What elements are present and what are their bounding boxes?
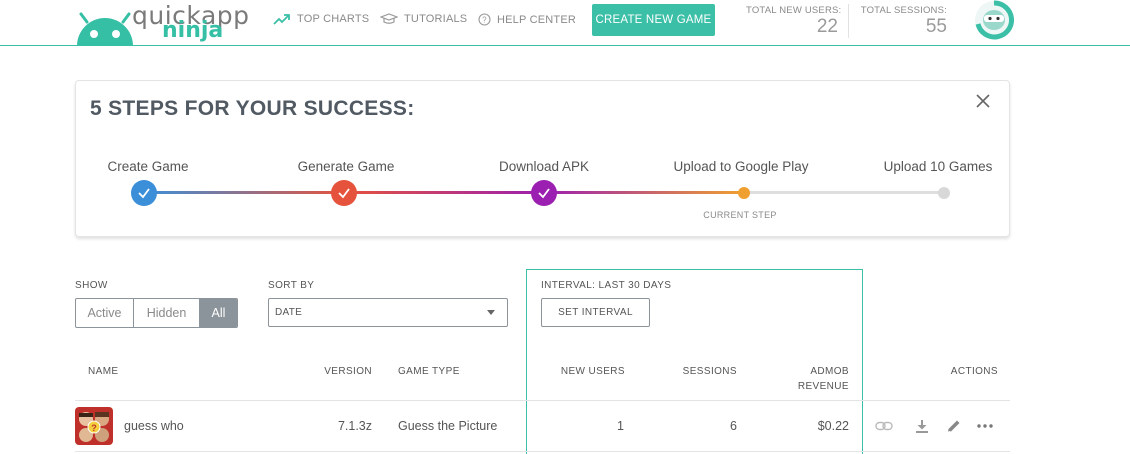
more-options-icon[interactable] <box>976 418 994 434</box>
col-header-name[interactable]: NAME <box>88 364 119 379</box>
stat-new-users: TOTAL NEW USERS: 22 <box>746 5 842 38</box>
col-header-version[interactable]: VERSION <box>310 364 372 379</box>
col-header-admob-line2: REVENUE <box>797 381 849 392</box>
sort-by-select[interactable]: DATE <box>268 298 508 327</box>
step-label-create-game: Create Game <box>107 159 189 174</box>
nav-top-charts-label: TOP CHARTS <box>297 13 370 25</box>
nav-tutorials-label: TUTORIALS <box>404 13 468 25</box>
step-label-download-apk: Download APK <box>498 159 590 174</box>
sort-by-label: SORT BY <box>268 280 315 291</box>
logo[interactable]: quickapp ninja <box>75 0 249 46</box>
col-header-admob-revenue[interactable]: ADMOB REVENUE <box>775 364 849 394</box>
show-active-option[interactable]: Active <box>76 299 134 327</box>
col-header-new-users[interactable]: NEW USERS <box>545 364 625 379</box>
col-header-game-type[interactable]: GAME TYPE <box>398 364 460 379</box>
graduation-cap-icon <box>380 13 398 24</box>
svg-text:?: ? <box>482 16 487 25</box>
game-new-users: 1 <box>617 419 624 433</box>
nav-help-center[interactable]: ? HELP CENTER <box>478 13 576 26</box>
col-header-admob-line1: ADMOB <box>810 366 849 377</box>
game-name[interactable]: guess who <box>124 419 184 433</box>
col-header-actions: ACTIONS <box>950 366 998 377</box>
nav-top-charts[interactable]: TOP CHARTS <box>273 13 369 25</box>
step-dot-upload-google-play <box>738 187 750 199</box>
game-revenue: $0.22 <box>817 419 849 433</box>
step-label-upload-10-games: Upload 10 Games <box>883 159 993 174</box>
interval-label: INTERVAL: LAST 30 DAYS <box>541 280 672 291</box>
check-icon <box>338 188 350 199</box>
show-hidden-option[interactable]: Hidden <box>134 299 200 327</box>
step-dot-create-game <box>131 180 157 206</box>
game-type: Guess the Picture <box>398 419 498 433</box>
trending-up-icon <box>273 14 290 25</box>
top-header: quickapp ninja TOP CHARTS TUTORIALS ? HE… <box>0 0 1130 46</box>
link-icon[interactable] <box>875 418 893 434</box>
stat-sessions: TOTAL SESSIONS: 55 <box>858 5 947 38</box>
sort-by-value: DATE <box>275 307 303 318</box>
game-thumbnail-image: ? <box>75 407 113 445</box>
game-thumbnail: ? <box>75 407 113 445</box>
set-interval-button[interactable]: SET INTERVAL <box>541 298 650 327</box>
svg-text:?: ? <box>91 423 97 433</box>
steps-card: 5 STEPS FOR YOUR SUCCESS: Create Game Ge… <box>75 80 1010 237</box>
nav-tutorials[interactable]: TUTORIALS <box>380 13 467 25</box>
step-dot-download-apk <box>531 180 557 206</box>
step-dot-generate-game <box>331 180 357 206</box>
user-avatar[interactable] <box>974 0 1015 40</box>
table-header-divider <box>75 400 1010 401</box>
col-header-sessions[interactable]: SESSIONS <box>665 364 737 379</box>
chevron-down-icon <box>487 310 495 315</box>
step-dot-upload-10-games <box>938 187 950 199</box>
stat-new-users-label: TOTAL NEW USERS: <box>746 5 842 16</box>
stat-sessions-value: 55 <box>925 16 947 37</box>
stat-divider <box>848 4 849 38</box>
step-label-generate-game: Generate Game <box>297 159 395 174</box>
logo-text-ninja: ninja <box>162 18 224 43</box>
check-icon <box>138 188 150 199</box>
table-row-divider <box>75 451 1010 452</box>
stat-new-users-value: 22 <box>816 16 838 37</box>
show-all-option[interactable]: All <box>200 299 237 327</box>
nav-help-center-label: HELP CENTER <box>497 13 577 26</box>
android-robot-icon <box>77 12 133 46</box>
show-segmented-control: Active Hidden All <box>75 298 238 328</box>
check-icon <box>538 188 550 199</box>
create-new-game-button[interactable]: CREATE NEW GAME <box>592 4 715 36</box>
stat-sessions-label: TOTAL SESSIONS: <box>860 5 947 16</box>
current-step-label: CURRENT STEP <box>703 210 777 220</box>
help-circle-icon: ? <box>478 13 491 26</box>
download-icon[interactable] <box>913 418 931 434</box>
edit-pencil-icon[interactable] <box>945 418 963 434</box>
game-sessions: 6 <box>730 419 737 433</box>
game-version: 7.1.3z <box>337 419 372 433</box>
step-label-upload-google-play: Upload to Google Play <box>673 159 809 174</box>
show-label: SHOW <box>75 280 108 291</box>
ninja-avatar-icon <box>975 0 1015 40</box>
